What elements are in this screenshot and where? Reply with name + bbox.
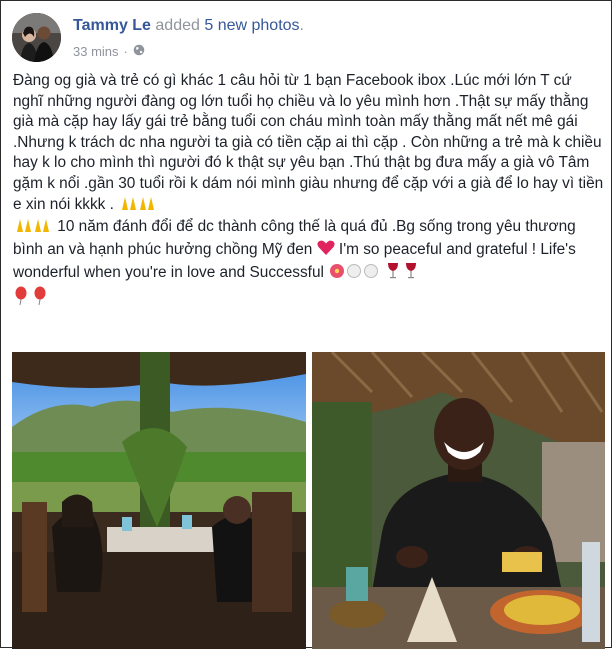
author-name[interactable]: Tammy Le (73, 17, 151, 34)
action-prefix: added (155, 17, 200, 34)
balloon-icon (13, 286, 49, 313)
plate-icon (346, 263, 380, 286)
post-text: Đàng og già và trẻ có gì khác 1 câu hỏi … (13, 71, 605, 313)
avatar[interactable] (12, 13, 61, 62)
facebook-post: Tammy Le added 5 new photos. 33 mins · Đ… (0, 0, 612, 649)
photo-man-dining[interactable] (312, 352, 605, 649)
photos-link[interactable]: 5 new photos (204, 17, 299, 34)
timestamp[interactable]: 33 mins (73, 44, 119, 59)
photo-restaurant-table[interactable] (12, 352, 306, 649)
red-heart-icon (317, 240, 335, 263)
hibiscus-icon (328, 263, 346, 286)
globe-icon[interactable] (133, 44, 145, 59)
wine-glass-icon (385, 262, 421, 286)
praying-hands-icon (118, 195, 158, 218)
post-text-part-1: Đàng og già và trẻ có gì khác 1 câu hỏi … (13, 72, 604, 213)
meta-separator: · (123, 44, 128, 59)
praying-hands-icon (13, 217, 53, 240)
post-meta: 33 mins · (73, 44, 145, 59)
action-suffix: . (299, 17, 304, 34)
post-header: Tammy Le added 5 new photos. (73, 17, 304, 35)
